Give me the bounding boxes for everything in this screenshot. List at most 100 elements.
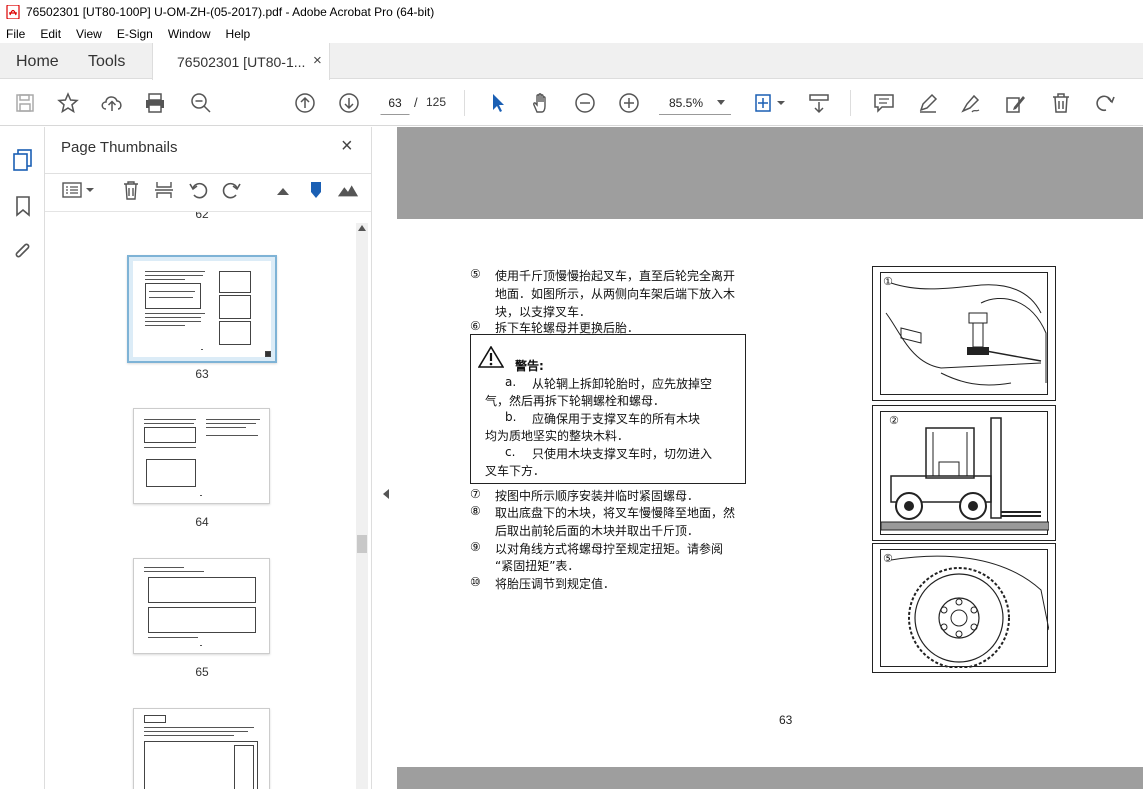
- arrow-down-circle-icon[interactable]: [337, 91, 361, 115]
- page-number-input[interactable]: 63: [380, 91, 410, 115]
- thumbnail-small-icon[interactable]: [272, 179, 294, 201]
- tab-document[interactable]: 76502301 [UT80-1... ×: [152, 43, 330, 80]
- cursor-icon[interactable]: [486, 91, 510, 115]
- menu-view[interactable]: View: [74, 27, 104, 41]
- delete-page-icon[interactable]: [120, 179, 142, 201]
- thumbnail-page[interactable]: [133, 708, 270, 789]
- page-thumbnails-panel: Page Thumbnails × 62 63 64 65: [45, 127, 371, 789]
- title-bar: 76502301 [UT80-100P] U-OM-ZH-(05-2017).p…: [0, 0, 1143, 24]
- tab-tools[interactable]: Tools: [88, 53, 125, 71]
- star-icon[interactable]: [56, 91, 80, 115]
- collapse-panel-icon[interactable]: [383, 489, 389, 499]
- step-number: ⑥: [470, 319, 481, 333]
- scroll-up-icon[interactable]: [358, 225, 366, 231]
- thumbnail-preview: [133, 261, 271, 357]
- menu-edit[interactable]: Edit: [38, 27, 63, 41]
- comment-icon[interactable]: [872, 91, 896, 115]
- page-separator: /: [414, 95, 418, 110]
- scroll-mode-icon[interactable]: [807, 91, 831, 115]
- warning-triangle-icon: [477, 345, 505, 371]
- step-text: 以对角线方式将螺母拧至规定扭矩。请参阅: [495, 542, 724, 556]
- tab-document-label: 76502301 [UT80-1...: [177, 54, 306, 70]
- thumbnail-large-icon[interactable]: [337, 179, 359, 201]
- menu-window[interactable]: Window: [166, 27, 213, 41]
- warning-item-text: 从轮辋上拆卸轮胎时，应先放掉空: [532, 377, 713, 391]
- thumbnail-label: 65: [195, 665, 209, 679]
- figure-label: ①: [883, 275, 893, 288]
- step-text: 将胎压调节到规定值．: [495, 577, 616, 591]
- highlight-pen-icon[interactable]: [916, 91, 940, 115]
- rotate-right-icon[interactable]: [221, 179, 243, 201]
- redo-icon[interactable]: [1093, 91, 1117, 115]
- scrollbar-thumb[interactable]: [357, 535, 367, 553]
- jack-illustration: [885, 282, 1047, 386]
- zoom-select[interactable]: 85.5%: [659, 91, 731, 115]
- options-menu-icon[interactable]: [61, 179, 95, 201]
- warning-item-text: 均为质地坚实的整块木料．: [485, 429, 630, 443]
- attachment-icon[interactable]: [10, 239, 36, 265]
- thumbnail-list[interactable]: 62 63 64 65: [45, 211, 371, 789]
- document-viewport[interactable]: ⑤ 使用千斤顶慢慢抬起叉车，直至后轮完全离开 地面．如图所示，从两侧向车架后端下…: [397, 127, 1143, 789]
- save-icon[interactable]: [13, 91, 37, 115]
- step-number: ⑨: [470, 540, 481, 554]
- arrow-up-circle-icon[interactable]: [293, 91, 317, 115]
- menu-bar: File Edit View E-Sign Window Help: [0, 24, 1143, 43]
- panel-splitter[interactable]: [371, 127, 397, 789]
- zoom-search-icon[interactable]: [189, 91, 213, 115]
- page-fit-icon[interactable]: [753, 91, 787, 115]
- upload-icon[interactable]: [100, 91, 124, 115]
- wheel-illustration: [890, 555, 1050, 669]
- step-text: 块，以支撑叉车．: [495, 305, 592, 319]
- menu-esign[interactable]: E-Sign: [115, 27, 155, 41]
- thumbnail-page[interactable]: [133, 408, 270, 504]
- warning-item-text: 叉车下方．: [485, 464, 546, 478]
- page-number-footer: 63: [779, 713, 793, 727]
- warning-item-text: 气，然后再拆下轮辋螺栓和螺母．: [485, 394, 666, 408]
- warning-item-text: 只使用木块支撑叉车时，切勿进入: [532, 447, 713, 461]
- thumbnail-toolbar: [45, 173, 371, 207]
- warning-box: 警告: a. 从轮辋上拆卸轮胎时，应先放掉空 气，然后再拆下轮辋螺栓和螺母． b…: [470, 334, 746, 484]
- menu-help[interactable]: Help: [224, 27, 253, 41]
- step-text: 后取出前轮后面的木块并取出千斤顶．: [495, 524, 700, 538]
- warning-item-text: 应确保用于支撑叉车的所有木块: [532, 412, 701, 426]
- forklift-illustration: [880, 417, 1050, 531]
- figure-jack: ①: [872, 266, 1056, 401]
- menu-file[interactable]: File: [4, 27, 27, 41]
- thumbnail-label: 62: [195, 212, 209, 221]
- hand-icon[interactable]: [529, 91, 553, 115]
- warning-item-letter: c.: [505, 445, 516, 459]
- close-icon[interactable]: ×: [341, 135, 353, 158]
- toolbar-divider: [464, 90, 465, 116]
- extract-pages-icon[interactable]: [153, 179, 175, 201]
- tab-close-icon[interactable]: ×: [313, 52, 322, 69]
- figure-wheel-nuts: ⑤: [872, 543, 1056, 673]
- sign-pen-icon[interactable]: [959, 91, 983, 115]
- step-text: 使用千斤顶慢慢抬起叉车，直至后轮完全离开: [495, 269, 736, 283]
- edit-pdf-icon[interactable]: [1004, 91, 1028, 115]
- left-rail: [0, 127, 45, 789]
- bookmark-icon[interactable]: [10, 193, 36, 219]
- print-icon[interactable]: [143, 91, 167, 115]
- thumbnail-preview: [134, 709, 269, 789]
- figure-forklift: ②: [872, 405, 1056, 541]
- minus-circle-icon[interactable]: [573, 91, 597, 115]
- thumbnail-page[interactable]: [127, 255, 277, 363]
- zoom-value: 85.5%: [669, 96, 704, 110]
- acrobat-app-icon: [6, 5, 20, 19]
- trash-icon[interactable]: [1049, 91, 1073, 115]
- thumbnail-label: 63: [195, 367, 209, 381]
- rotate-left-icon[interactable]: [187, 179, 209, 201]
- panel-title: Page Thumbnails: [61, 139, 178, 156]
- chevron-down-icon: [717, 100, 725, 105]
- page-total: 125: [426, 95, 447, 109]
- toolbar-divider: [850, 90, 851, 116]
- thumbnail-scrollbar[interactable]: [356, 223, 368, 789]
- tab-home[interactable]: Home: [16, 53, 59, 71]
- window-title: 76502301 [UT80-100P] U-OM-ZH-(05-2017).p…: [26, 5, 435, 19]
- warning-title: 警告:: [515, 359, 544, 373]
- plus-circle-icon[interactable]: [617, 91, 641, 115]
- main-toolbar: 63 / 125 85.5%: [0, 80, 1143, 126]
- thumbnail-page[interactable]: [133, 558, 270, 654]
- thumbnail-size-slider[interactable]: [305, 179, 327, 201]
- page-thumbnails-icon[interactable]: [10, 147, 36, 173]
